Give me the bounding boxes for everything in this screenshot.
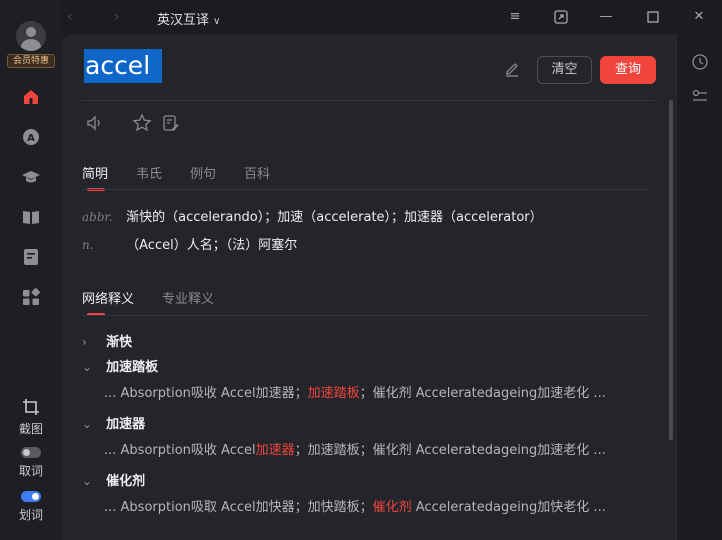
note-icon[interactable] <box>161 113 181 133</box>
chevron-down-icon: ∨ <box>213 16 221 27</box>
definition-row: n. （Accel）人名；（法）阿塞尔 <box>82 234 297 253</box>
definition-text: （Accel）人名；（法）阿塞尔 <box>126 238 298 253</box>
tab-encyclopedia[interactable]: 百科 <box>244 163 270 182</box>
definition-row: abbr. 渐快的（accelerando）；加速（accelerate）；加速… <box>82 206 543 225</box>
screenshot-tool[interactable]: 截图 <box>0 398 62 437</box>
vip-badge[interactable]: 会员特惠 <box>7 54 55 68</box>
chevron-down-icon: ⌄ <box>82 474 93 488</box>
query-button[interactable]: 查询 <box>600 56 656 84</box>
left-sidebar: 会员特惠 A 截图 取词 划词 <box>0 0 62 540</box>
back-arrow-icon[interactable]: ‹ <box>67 9 73 25</box>
settings-sliders-icon[interactable] <box>691 88 709 106</box>
minimize-icon[interactable]: — <box>597 8 615 26</box>
avatar[interactable] <box>16 21 46 51</box>
title-bar: ‹ › 英汉互译 ∨ ≡ — ✕ <box>62 0 722 34</box>
document-icon[interactable] <box>21 247 41 267</box>
crop-icon <box>23 399 39 415</box>
mode-selector[interactable]: 英汉互译 ∨ <box>157 9 220 28</box>
example-text: ... Absorption吸取 Accel加快器；加快踏板； <box>104 500 373 515</box>
web-tabs-divider <box>82 315 648 316</box>
right-sidebar <box>676 34 722 540</box>
scrollbar[interactable] <box>669 100 673 440</box>
edit-icon[interactable] <box>503 59 521 77</box>
tabs-divider <box>82 189 648 190</box>
web-term: 催化剂 <box>106 474 146 489</box>
maximize-icon[interactable] <box>644 8 662 26</box>
tab-examples[interactable]: 例句 <box>190 163 216 182</box>
example-text: ；加速踏板；催化剂 Acceleratedageing加速老化 ... <box>294 443 606 458</box>
part-of-speech: n. <box>82 238 94 252</box>
example-text: ... Absorption吸收 Accel加速器； <box>104 386 308 401</box>
header-divider <box>82 100 655 101</box>
screenshot-label: 截图 <box>18 422 43 436</box>
tab-web-meaning[interactable]: 网络释义 <box>82 288 134 316</box>
history-icon[interactable] <box>691 53 709 71</box>
forward-arrow-icon[interactable]: › <box>114 9 120 25</box>
web-example: ... Absorption吸收 Accel加速器；加速踏板；催化剂 Accel… <box>104 439 606 458</box>
example-highlight: 加速器 <box>255 443 295 458</box>
web-term: 加速踏板 <box>106 360 159 375</box>
web-meaning-item[interactable]: ⌄ 加速器 <box>82 413 145 432</box>
word-capture-toggle[interactable] <box>21 447 41 458</box>
tab-professional-meaning[interactable]: 专业释义 <box>162 288 214 307</box>
example-highlight: 加速踏板 <box>307 386 360 401</box>
close-icon[interactable]: ✕ <box>690 8 708 26</box>
speaker-icon[interactable] <box>85 113 105 133</box>
select-translate-toggle[interactable] <box>21 491 41 502</box>
wordbook-icon[interactable] <box>21 207 41 227</box>
word-capture-tool[interactable]: 取词 <box>0 447 62 479</box>
web-term: 加速器 <box>106 417 146 432</box>
chevron-down-icon: ⌄ <box>82 417 93 431</box>
part-of-speech: abbr. <box>82 210 113 224</box>
definition-text: 渐快的（accelerando）；加速（accelerate）；加速器（acce… <box>126 210 543 225</box>
web-term: 渐快 <box>106 335 133 350</box>
example-text: ... Absorption吸收 Accel <box>104 443 256 458</box>
apps-icon[interactable] <box>21 287 41 307</box>
dictionary-tabs: 简明 韦氏 例句 百科 <box>82 163 298 191</box>
menu-icon[interactable]: ≡ <box>506 8 524 26</box>
example-text: Acceleratedageing加快老化 ... <box>411 500 606 515</box>
web-example: ... Absorption吸取 Accel加快器；加快踏板；催化剂 Accel… <box>104 496 606 515</box>
clear-button[interactable]: 清空 <box>537 56 592 84</box>
svg-text:A: A <box>27 133 35 144</box>
web-example: ... Absorption吸收 Accel加速器；加速踏板；催化剂 Accel… <box>104 382 606 401</box>
web-meaning-item[interactable]: ⌄ 催化剂 <box>82 470 145 489</box>
example-highlight: 催化剂 <box>372 500 412 515</box>
web-meaning-item[interactable]: ⌄ 加速踏板 <box>82 356 158 375</box>
web-meaning-item[interactable]: › 渐快 <box>82 331 132 350</box>
chevron-down-icon: ⌄ <box>82 360 93 374</box>
main-panel: accel 清空 查询 简明 韦氏 例句 百科 abbr. 渐快的（accele… <box>62 34 676 540</box>
tab-webster[interactable]: 韦氏 <box>136 163 162 182</box>
ai-translate-icon[interactable]: A <box>21 127 41 147</box>
chevron-right-icon: › <box>82 335 87 349</box>
star-icon[interactable] <box>132 113 152 133</box>
mode-label: 英汉互译 <box>157 13 210 28</box>
search-input[interactable]: accel <box>84 49 163 83</box>
home-icon[interactable] <box>21 87 41 107</box>
example-text: ；催化剂 Acceleratedageing加速老化 ... <box>359 386 606 401</box>
select-translate-tool[interactable]: 划词 <box>0 491 62 523</box>
mini-window-icon[interactable] <box>552 8 570 26</box>
tab-concise[interactable]: 简明 <box>82 163 108 191</box>
study-icon[interactable] <box>21 167 41 187</box>
word-capture-label: 取词 <box>18 464 43 478</box>
select-translate-label: 划词 <box>18 508 43 522</box>
web-meaning-tabs: 网络释义 专业释义 <box>82 288 242 316</box>
